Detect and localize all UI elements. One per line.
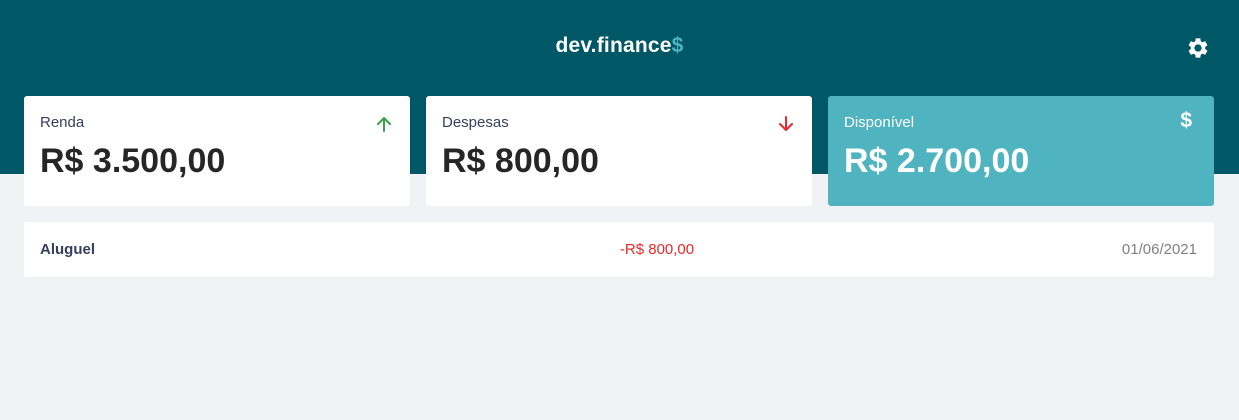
arrow-down-icon xyxy=(779,116,793,131)
available-card: Disponível $ R$ 2.700,00 xyxy=(828,96,1214,206)
arrow-up-icon xyxy=(377,117,391,132)
available-value: R$ 2.700,00 xyxy=(844,142,1030,180)
transaction-row[interactable]: Aluguel -R$ 800,00 01/06/2021 xyxy=(24,222,1214,277)
transaction-date: 01/06/2021 xyxy=(1121,241,1197,258)
expenses-value: R$ 800,00 xyxy=(442,142,599,180)
app-logo: dev.finance$ xyxy=(0,34,1239,58)
income-label: Renda xyxy=(40,114,85,131)
brand-symbol: $ xyxy=(671,34,684,57)
income-card: Renda R$ 3.500,00 xyxy=(24,96,410,206)
gear-icon[interactable] xyxy=(1186,36,1210,60)
transaction-amount: -R$ 800,00 xyxy=(619,241,695,258)
expenses-label: Despesas xyxy=(442,114,509,131)
brand-name: dev.finance xyxy=(555,34,672,57)
expenses-card: Despesas R$ 800,00 xyxy=(426,96,812,206)
income-value: R$ 3.500,00 xyxy=(40,142,226,180)
dollar-icon: $ xyxy=(1180,109,1192,132)
available-label: Disponível xyxy=(844,114,915,131)
